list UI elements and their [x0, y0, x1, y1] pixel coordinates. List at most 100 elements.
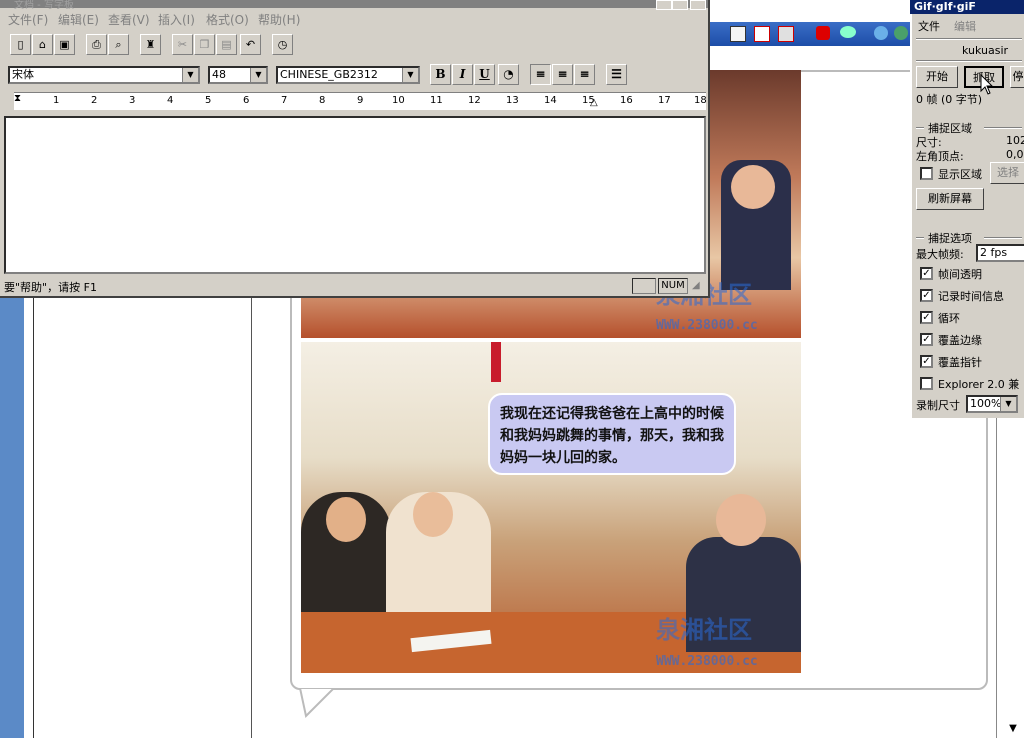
ruler-number: 11 [430, 95, 443, 106]
watermark-bottom: 泉湘社区 [656, 615, 752, 644]
menu-file[interactable]: 文件(F) [8, 11, 48, 28]
ruler-number: 16 [620, 95, 633, 106]
toolbar-icon-7[interactable] [894, 26, 908, 40]
ruler-number: 10 [392, 95, 405, 106]
menu-insert[interactable]: 插入(I) [158, 11, 195, 28]
toolbar-icon-2[interactable] [754, 26, 770, 42]
capture-options-header: 捕捉选项 [928, 232, 972, 245]
toolbar-icon-4[interactable] [816, 26, 830, 40]
maximize-button[interactable] [672, 0, 688, 10]
option-label: 覆盖指针 [938, 356, 982, 369]
font-size-select[interactable]: 48 ▼ [208, 66, 268, 84]
save-icon[interactable]: ▣ [54, 34, 75, 55]
find-icon[interactable]: ♜ [140, 34, 161, 55]
toolbar-icon-6[interactable] [874, 26, 888, 40]
gif-titlebar[interactable]: Gif·gIf·giF [910, 0, 1024, 14]
record-size-select[interactable]: 100% ▼ [966, 395, 1018, 413]
divider [984, 127, 1022, 129]
undo-icon[interactable]: ↶ [240, 34, 261, 55]
status-text: 要"帮助"，请按 F1 [4, 281, 97, 294]
gif-user-name: kukuasir [962, 44, 1009, 57]
print-icon[interactable]: ⎙ [86, 34, 107, 55]
option-checkbox[interactable]: ✓ [920, 355, 933, 368]
ruler-number: 5 [205, 95, 212, 106]
new-document-icon[interactable]: ▯ [10, 34, 31, 55]
paste-icon[interactable]: ▤ [216, 34, 237, 55]
font-name-value: 宋体 [12, 68, 34, 81]
browser-scroll-area [996, 418, 1024, 738]
start-button[interactable]: 开始 [916, 66, 958, 88]
italic-button[interactable]: I [452, 64, 473, 85]
menu-help[interactable]: 帮助(H) [258, 11, 300, 28]
bullets-icon[interactable]: ☰ [606, 64, 627, 85]
toolbar-icon-3[interactable] [778, 26, 794, 42]
insert-datetime-icon[interactable]: ◷ [272, 34, 293, 55]
ruler[interactable]: 1 2 3 4 5 6 7 8 9 10 11 12 13 14 15 16 1… [14, 92, 707, 110]
option-label: 记录时间信息 [938, 290, 1004, 303]
stop-button[interactable]: 停 [1010, 66, 1024, 88]
option-checkbox[interactable]: ✓ [920, 333, 933, 346]
wordpad-titlebar[interactable]: 文档 - 写字板 [0, 0, 708, 11]
ruler-number: 8 [319, 95, 326, 106]
copy-icon[interactable]: ❐ [194, 34, 215, 55]
text-color-icon[interactable]: ◔ [498, 64, 519, 85]
ruler-number: 6 [243, 95, 250, 106]
open-folder-icon[interactable]: ⌂ [32, 34, 53, 55]
chevron-down-icon[interactable]: ▼ [182, 68, 198, 82]
gif-menu-file[interactable]: 文件 [918, 18, 940, 34]
resize-grip-icon[interactable]: ◢ [692, 280, 700, 291]
record-size-value: 100% [970, 397, 1002, 410]
chevron-down-icon[interactable]: ▼ [250, 68, 266, 82]
option-checkbox[interactable]: ✓ [920, 311, 933, 324]
gif-capture-window: 文件 编辑 kukuasir 开始 抓取 停 0 帧 (0 字节) 捕捉区域 尺… [910, 0, 1024, 418]
menu-view[interactable]: 查看(V) [108, 11, 150, 28]
option-label: 覆盖边缘 [938, 334, 982, 347]
align-center-icon[interactable]: ≡ [552, 64, 573, 85]
divider [916, 237, 924, 239]
right-indent-marker-icon[interactable]: △ [590, 97, 598, 108]
divider [916, 60, 1022, 62]
divider [984, 237, 1022, 239]
status-num: NUM [658, 278, 688, 294]
show-region-checkbox[interactable] [920, 167, 933, 180]
cut-icon[interactable]: ✂ [172, 34, 193, 55]
underline-button[interactable]: U [474, 64, 495, 85]
browser-toolbar [708, 22, 912, 46]
option-checkbox[interactable]: ✓ [920, 267, 933, 280]
option-label: Explorer 2.0 兼 [938, 378, 1020, 391]
scroll-down-arrow-icon[interactable]: ▼ [1006, 722, 1020, 736]
boy-face [731, 165, 775, 209]
left-indent-marker-icon[interactable]: ⧗ [14, 93, 21, 104]
align-right-icon[interactable]: ≡ [574, 64, 595, 85]
menu-format[interactable]: 格式(O) [206, 11, 249, 28]
gif-title: Gif·gIf·giF [914, 0, 976, 13]
chevron-down-icon[interactable]: ▼ [1000, 397, 1016, 411]
font-size-value: 48 [212, 68, 226, 81]
toolbar-icon-5[interactable] [840, 26, 856, 38]
max-fps-select[interactable]: 2 fps [976, 244, 1024, 262]
document-text-area[interactable] [4, 116, 706, 274]
select-region-button[interactable]: 选择 [990, 162, 1024, 184]
watermark-url: WWW.238000.cc [656, 318, 758, 333]
menu-edit[interactable]: 编辑(E) [58, 11, 99, 28]
bold-button[interactable]: B [430, 64, 451, 85]
comic-photo-bottom: 泉湘社区 WWW.238000.cc [301, 342, 801, 673]
ruler-number: 18 [694, 95, 707, 106]
charset-select[interactable]: CHINESE_GB2312 ▼ [276, 66, 420, 84]
print-preview-icon[interactable]: ⌕ [108, 34, 129, 55]
option-checkbox[interactable]: ✓ [920, 289, 933, 302]
option-checkbox[interactable] [920, 377, 933, 390]
chevron-down-icon[interactable]: ▼ [402, 68, 418, 82]
corner-value: 0,0 [1006, 148, 1024, 161]
frames-info: 0 帧 (0 字节) [916, 93, 983, 106]
font-name-select[interactable]: 宋体 ▼ [8, 66, 200, 84]
close-button[interactable] [690, 0, 706, 10]
minimize-button[interactable] [656, 0, 672, 10]
toolbar-icon-1[interactable] [730, 26, 746, 42]
align-left-icon[interactable]: ≡ [530, 64, 551, 85]
max-fps-value: 2 fps [980, 246, 1008, 259]
ruler-number: 9 [357, 95, 364, 106]
gif-menu-edit[interactable]: 编辑 [954, 18, 976, 34]
boy-bottom-face [716, 494, 766, 546]
refresh-screen-button[interactable]: 刷新屏幕 [916, 188, 984, 210]
